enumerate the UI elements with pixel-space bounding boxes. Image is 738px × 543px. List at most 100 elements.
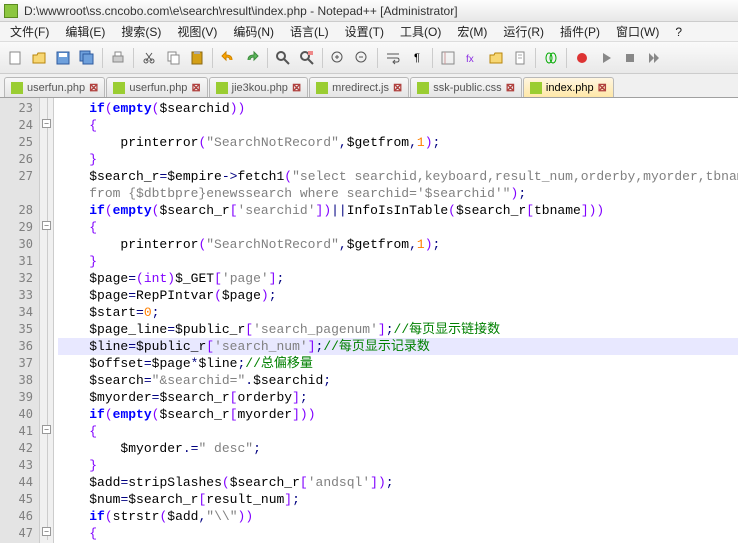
fold-marker[interactable] bbox=[40, 404, 53, 421]
playback-button[interactable] bbox=[643, 47, 665, 69]
record-macro-button[interactable] bbox=[571, 47, 593, 69]
code-line[interactable]: if(empty($searchid)) bbox=[58, 100, 738, 117]
code-line[interactable]: $start=0; bbox=[58, 304, 738, 321]
fold-marker[interactable] bbox=[40, 489, 53, 506]
code-line[interactable]: $line=$public_r['search_num'];//每页显示记录数 bbox=[58, 338, 738, 355]
fold-marker[interactable] bbox=[40, 472, 53, 489]
code-line[interactable]: printerror("SearchNotRecord",$getfrom,1)… bbox=[58, 134, 738, 151]
file-tab[interactable]: mredirect.js⊠ bbox=[309, 77, 409, 97]
fold-marker[interactable] bbox=[40, 251, 53, 268]
stop-macro-button[interactable] bbox=[619, 47, 641, 69]
code-line[interactable]: { bbox=[58, 525, 738, 542]
code-line[interactable]: } bbox=[58, 151, 738, 168]
function-list-button[interactable]: fx bbox=[461, 47, 483, 69]
redo-button[interactable] bbox=[241, 47, 263, 69]
monitor-button[interactable] bbox=[540, 47, 562, 69]
replace-button[interactable] bbox=[296, 47, 318, 69]
fold-marker[interactable] bbox=[40, 132, 53, 149]
fold-marker[interactable] bbox=[40, 455, 53, 472]
code-line[interactable]: $num=$search_r[result_num]; bbox=[58, 491, 738, 508]
code-line[interactable]: printerror("SearchNotRecord",$getfrom,1)… bbox=[58, 236, 738, 253]
doc-map-button[interactable] bbox=[509, 47, 531, 69]
menu-item-10[interactable]: 插件(P) bbox=[554, 21, 606, 42]
fold-marker[interactable]: − bbox=[40, 523, 53, 540]
undo-button[interactable] bbox=[217, 47, 239, 69]
fold-marker[interactable] bbox=[40, 336, 53, 353]
code-line[interactable]: if(empty($search_r[myorder])) bbox=[58, 406, 738, 423]
fold-marker[interactable] bbox=[40, 149, 53, 166]
menu-item-8[interactable]: 宏(M) bbox=[451, 21, 493, 42]
close-tab-icon[interactable]: ⊠ bbox=[292, 81, 301, 94]
fold-marker[interactable] bbox=[40, 319, 53, 336]
code-line[interactable]: { bbox=[58, 219, 738, 236]
save-button[interactable] bbox=[52, 47, 74, 69]
menu-item-4[interactable]: 编码(N) bbox=[227, 21, 280, 42]
code-line[interactable]: $search="&searchid=".$searchid; bbox=[58, 372, 738, 389]
zoom-out-button[interactable] bbox=[351, 47, 373, 69]
open-file-button[interactable] bbox=[28, 47, 50, 69]
code-line[interactable]: { bbox=[58, 423, 738, 440]
file-tab[interactable]: jie3kou.php⊠ bbox=[209, 77, 309, 97]
indent-guide-button[interactable] bbox=[437, 47, 459, 69]
fold-marker[interactable] bbox=[40, 438, 53, 455]
code-line[interactable]: $myorder.=" desc"; bbox=[58, 440, 738, 457]
close-tab-icon[interactable]: ⊠ bbox=[89, 81, 98, 94]
file-tab[interactable]: ssk-public.css⊠ bbox=[410, 77, 522, 97]
file-tab[interactable]: index.php⊠ bbox=[523, 77, 614, 97]
fold-marker[interactable] bbox=[40, 506, 53, 523]
paste-button[interactable] bbox=[186, 47, 208, 69]
close-tab-icon[interactable]: ⊠ bbox=[598, 81, 607, 94]
fold-marker[interactable] bbox=[40, 370, 53, 387]
code-area[interactable]: if(empty($searchid)) { printerror("Searc… bbox=[54, 98, 738, 543]
fold-marker[interactable]: − bbox=[40, 115, 53, 132]
copy-button[interactable] bbox=[162, 47, 184, 69]
menu-item-5[interactable]: 语言(L) bbox=[284, 21, 335, 42]
fold-marker[interactable] bbox=[40, 234, 53, 251]
menu-item-1[interactable]: 编辑(E) bbox=[59, 21, 111, 42]
fold-marker[interactable] bbox=[40, 183, 53, 200]
code-line[interactable]: } bbox=[58, 253, 738, 270]
code-editor[interactable]: 2324252627282930313233343536373839404142… bbox=[0, 98, 738, 543]
menu-item-0[interactable]: 文件(F) bbox=[4, 21, 55, 42]
close-tab-icon[interactable]: ⊠ bbox=[191, 81, 200, 94]
fold-marker[interactable] bbox=[40, 302, 53, 319]
new-file-button[interactable] bbox=[4, 47, 26, 69]
fold-marker[interactable] bbox=[40, 268, 53, 285]
code-line[interactable]: $page=(int)$_GET['page']; bbox=[58, 270, 738, 287]
find-button[interactable] bbox=[272, 47, 294, 69]
file-tab[interactable]: userfun.php⊠ bbox=[106, 77, 207, 97]
zoom-in-button[interactable] bbox=[327, 47, 349, 69]
code-line[interactable]: $offset=$page*$line;//总偏移量 bbox=[58, 355, 738, 372]
code-line[interactable]: $add=stripSlashes($search_r['andsql']); bbox=[58, 474, 738, 491]
save-all-button[interactable] bbox=[76, 47, 98, 69]
menu-item-12[interactable]: ? bbox=[669, 23, 688, 41]
code-line[interactable]: $myorder=$search_r[orderby]; bbox=[58, 389, 738, 406]
print-button[interactable] bbox=[107, 47, 129, 69]
fold-marker[interactable] bbox=[40, 98, 53, 115]
menu-item-7[interactable]: 工具(O) bbox=[394, 21, 447, 42]
menu-item-11[interactable]: 窗口(W) bbox=[610, 21, 665, 42]
code-line[interactable]: { bbox=[58, 117, 738, 134]
menu-item-9[interactable]: 运行(R) bbox=[497, 21, 550, 42]
menu-item-3[interactable]: 视图(V) bbox=[171, 21, 223, 42]
code-line[interactable]: if(strstr($add,"\\")) bbox=[58, 508, 738, 525]
code-line[interactable]: } bbox=[58, 457, 738, 474]
menu-item-6[interactable]: 设置(T) bbox=[339, 21, 390, 42]
word-wrap-button[interactable] bbox=[382, 47, 404, 69]
play-macro-button[interactable] bbox=[595, 47, 617, 69]
fold-marker[interactable] bbox=[40, 200, 53, 217]
close-tab-icon[interactable]: ⊠ bbox=[506, 81, 515, 94]
fold-marker[interactable] bbox=[40, 166, 53, 183]
fold-marker[interactable]: − bbox=[40, 421, 53, 438]
fold-marker[interactable] bbox=[40, 353, 53, 370]
close-tab-icon[interactable]: ⊠ bbox=[393, 81, 402, 94]
cut-button[interactable] bbox=[138, 47, 160, 69]
code-line[interactable]: from {$dbtbpre}enewssearch where searchi… bbox=[58, 185, 738, 202]
file-tab[interactable]: userfun.php⊠ bbox=[4, 77, 105, 97]
code-line[interactable]: $search_r=$empire->fetch1("select search… bbox=[58, 168, 738, 185]
folder-view-button[interactable] bbox=[485, 47, 507, 69]
code-line[interactable]: $page_line=$public_r['search_pagenum'];/… bbox=[58, 321, 738, 338]
fold-marker[interactable]: − bbox=[40, 217, 53, 234]
fold-marker[interactable] bbox=[40, 387, 53, 404]
fold-marker[interactable] bbox=[40, 285, 53, 302]
